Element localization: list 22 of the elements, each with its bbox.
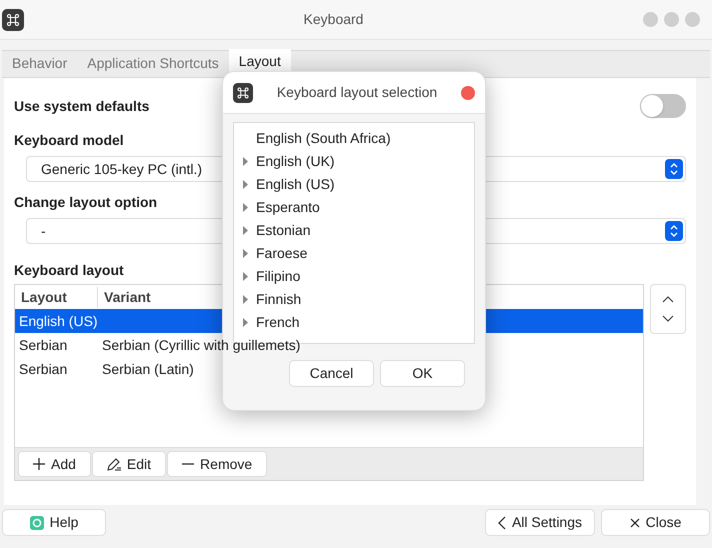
list-item-label: Esperanto [256, 198, 320, 217]
table-cell-text: Serbian (Cyrillic with guillemets) [101, 337, 302, 353]
setting-label: Keyboard layout [14, 261, 124, 280]
column-header: Variant [103, 288, 152, 306]
list-item-label: French [256, 313, 300, 332]
table-cell-text: Serbian (Latin) [101, 361, 195, 377]
list-item-label: English (South Africa) [256, 129, 391, 148]
column-header: Layout [15, 286, 98, 308]
list-item-label: Faroese [256, 244, 308, 263]
dialog-title: Keyboard layout selection [276, 83, 438, 102]
table-cell-text: Serbian [18, 336, 68, 354]
list-item-label: Finnish [256, 290, 302, 309]
setting-label: Keyboard model [14, 131, 124, 150]
list-item-label: Filipino [256, 267, 300, 286]
window-title: Keyboard [302, 10, 364, 29]
list-item-label: English (US) [256, 175, 335, 194]
setting-label: Change layout option [14, 193, 158, 212]
table-cell-text: English (US) [18, 312, 98, 331]
table-cell-text: Serbian [18, 360, 68, 378]
setting-label: Use system defaults [14, 96, 150, 116]
list-item-label: English (UK) [256, 152, 335, 171]
list-item-label: Estonian [256, 221, 310, 240]
